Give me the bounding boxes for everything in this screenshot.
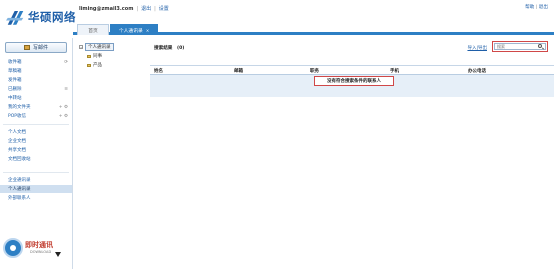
- sidebar-item-sent[interactable]: 发件箱: [0, 76, 72, 84]
- sidebar-item-label: 个人通讯录: [8, 187, 31, 192]
- empty-result-message: 没有符合搜索条件的联系人: [314, 76, 394, 86]
- logo: 华硕网络: [6, 4, 76, 30]
- sidebar-item-deleted[interactable]: 已删除 ≡: [0, 85, 72, 93]
- search-result-count: 搜索结果 (0): [154, 46, 185, 51]
- close-icon[interactable]: ×: [146, 28, 149, 33]
- chat-icon: [3, 238, 23, 258]
- help-bar: 帮助 | 退出: [525, 4, 548, 10]
- sidebar-item-label: 共享文档: [8, 148, 26, 153]
- contacts-table: 姓名 邮箱 职务 手机 办公电话 没有符合搜索条件的联系人: [150, 65, 554, 97]
- toolbar: 搜索结果 (0) 导入|导出: [150, 41, 554, 53]
- sidebar-item-label: 已删除: [8, 87, 22, 92]
- separator: |: [535, 5, 538, 10]
- column-email[interactable]: 邮箱: [234, 68, 243, 74]
- exit-link[interactable]: 退出: [539, 5, 548, 10]
- main-content: 搜索结果 (0) 导入|导出 姓名 邮箱 职务 手机 办公电话 没有符合搜索条件…: [150, 41, 554, 269]
- column-mobile[interactable]: 手机: [390, 68, 399, 74]
- divider: [3, 124, 69, 125]
- brand-name: 华硕网络: [28, 10, 76, 24]
- sidebar-item-label: 收件箱: [8, 60, 22, 65]
- user-email: liming@zmail3.com: [79, 5, 134, 12]
- folder-icon: [87, 63, 91, 67]
- column-title[interactable]: 职务: [310, 68, 319, 74]
- refresh-icon[interactable]: ⟳: [64, 60, 68, 65]
- pop-actions-icon[interactable]: + ⚙: [59, 114, 68, 119]
- tab-bar: 首页 个人通讯录 ×: [73, 24, 554, 35]
- tab-home-label: 首页: [88, 28, 98, 34]
- tab-label: 个人通讯录: [118, 28, 143, 34]
- table-header: 姓名 邮箱 职务 手机 办公电话: [150, 66, 554, 75]
- sidebar-item-label: 个人文档: [8, 130, 26, 135]
- folder-actions-icon[interactable]: + ⚙: [59, 105, 68, 110]
- sidebar-item-personal-docs[interactable]: 个人文档: [0, 128, 72, 136]
- tab-home[interactable]: 首页: [77, 24, 109, 35]
- sidebar-item-drafts[interactable]: 草稿箱: [0, 67, 72, 75]
- tree-node-label: 产品: [93, 63, 102, 68]
- sidebar-item-pop[interactable]: POP收信 + ⚙: [0, 112, 72, 120]
- compose-button[interactable]: 写邮件: [5, 42, 67, 53]
- sidebar-item-label: 发件箱: [8, 78, 22, 83]
- contact-group-tree: − 个人通讯录 同事 产品: [77, 41, 143, 269]
- sidebar-item-doc-recycle[interactable]: 文档回收站: [0, 155, 72, 163]
- column-office-phone[interactable]: 办公电话: [468, 68, 486, 74]
- settings-link[interactable]: 设置: [159, 5, 169, 12]
- tree-node-group[interactable]: 产品: [87, 62, 102, 68]
- sidebar-item-my-folders[interactable]: 我的文件夹 + ⚙: [0, 103, 72, 111]
- sidebar-item-label: 企业通讯录: [8, 178, 31, 183]
- sidebar-item-company-docs[interactable]: 企业文档: [0, 137, 72, 145]
- sidebar-item-inbox[interactable]: 收件箱 ⟳: [0, 58, 72, 66]
- search-box: [492, 41, 548, 52]
- sidebar-item-label: 中转站: [8, 96, 22, 101]
- im-download-button[interactable]: 即时通讯 DOWNLOAD: [3, 236, 70, 260]
- search-icon[interactable]: [538, 44, 542, 48]
- import-export-link[interactable]: 导入|导出: [467, 45, 487, 51]
- compose-label: 写邮件: [32, 45, 48, 51]
- separator: |: [154, 5, 156, 12]
- separator: |: [136, 5, 139, 12]
- collapse-icon[interactable]: −: [79, 45, 83, 49]
- tree-root[interactable]: − 个人通讯录: [79, 43, 114, 51]
- sidebar-item-label: 草稿箱: [8, 69, 22, 74]
- sidebar-item-label: 我的文件夹: [8, 105, 31, 110]
- pen-icon: [23, 45, 30, 50]
- sidebar-item-label: POP收信: [8, 114, 26, 119]
- sidebar-item-personal-contacts[interactable]: 个人通讯录: [0, 185, 72, 193]
- im-sub-label: DOWNLOAD: [30, 250, 52, 254]
- sidebar-item-external-contacts[interactable]: 外部联系人: [0, 194, 72, 202]
- user-bar: liming@zmail3.com | 退出 | 设置: [79, 4, 169, 13]
- folder-icon: [87, 54, 91, 58]
- sidebar-item-shared-docs[interactable]: 共享文档: [0, 146, 72, 154]
- sidebar-item-label: 企业文档: [8, 139, 26, 144]
- column-name[interactable]: 姓名: [154, 68, 163, 74]
- tree-root-label: 个人通讯录: [85, 43, 114, 51]
- im-label: 即时通讯: [25, 241, 53, 249]
- logo-icon: [6, 10, 24, 25]
- tab-personal-contacts[interactable]: 个人通讯录 ×: [110, 24, 158, 35]
- sidebar-item-company-contacts[interactable]: 企业通讯录: [0, 176, 72, 184]
- sidebar-item-label: 外部联系人: [8, 196, 31, 201]
- sidebar-item-transfer[interactable]: 中转站: [0, 94, 72, 102]
- sidebar: 写邮件 收件箱 ⟳ 草稿箱 发件箱 已删除 ≡ 中转站 我的文件夹 + ⚙ PO…: [0, 38, 73, 269]
- tree-node-group[interactable]: 同事: [87, 53, 102, 59]
- empty-trash-icon[interactable]: ≡: [64, 87, 68, 92]
- sidebar-item-label: 文档回收站: [8, 157, 31, 162]
- logout-link[interactable]: 退出: [141, 5, 151, 12]
- download-arrow-icon: [55, 252, 61, 257]
- divider: [3, 172, 69, 173]
- tree-node-label: 同事: [93, 54, 102, 59]
- help-link[interactable]: 帮助: [525, 5, 534, 10]
